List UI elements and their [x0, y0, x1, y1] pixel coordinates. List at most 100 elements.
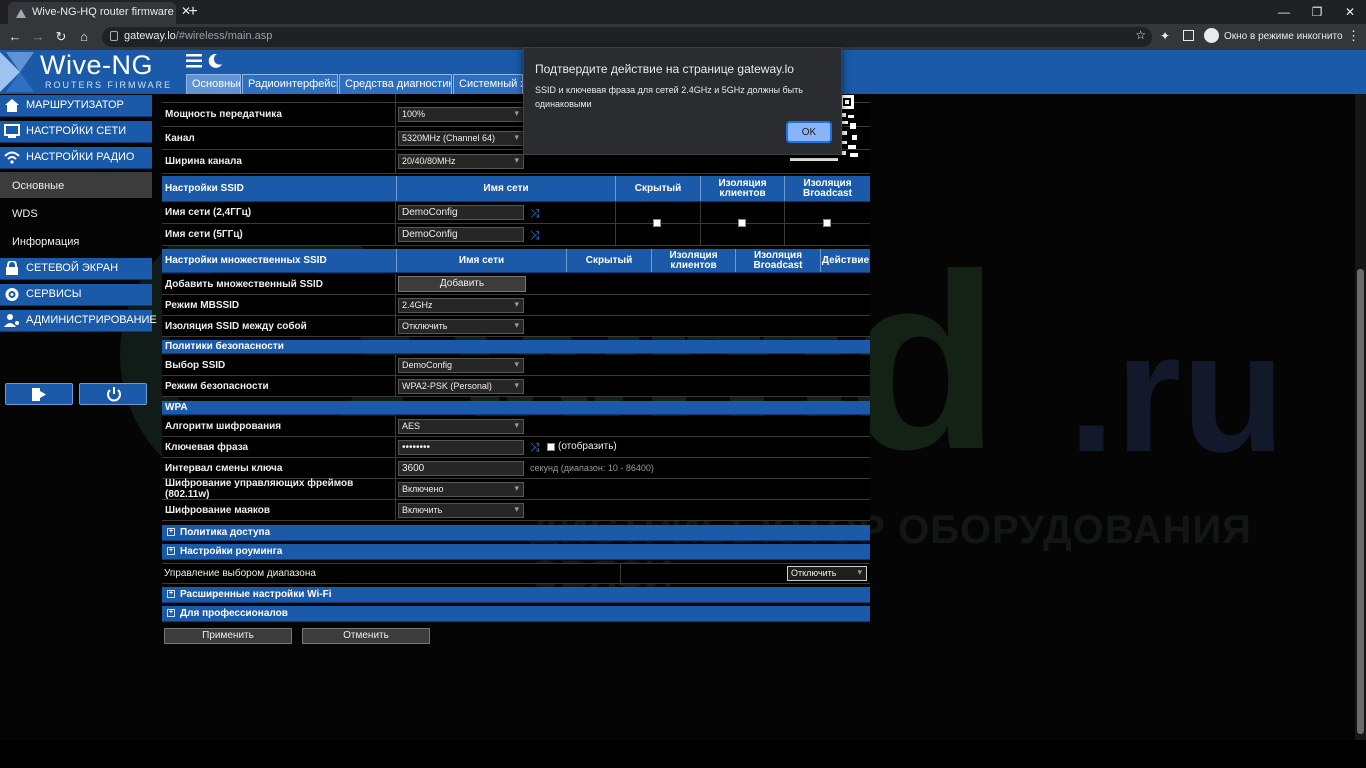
bookmark-star-icon[interactable]: ☆ [1135, 28, 1146, 42]
client-isolation-checkbox[interactable] [738, 219, 746, 227]
ssid-isolation-select[interactable]: Отключить [398, 319, 524, 334]
section-access-policy[interactable]: + Политика доступа [162, 525, 870, 541]
mbssid-mode-select[interactable]: 2.4GHz [398, 298, 524, 313]
key-interval-hint: секунд (диапазон: 10 - 86400) [530, 463, 654, 473]
ssid-col-hidden: Скрытый [615, 176, 700, 201]
address-bar[interactable]: gateway.lo/#wireless/main.asp ☆ [102, 27, 1152, 47]
section-advanced-wifi[interactable]: + Расширенные настройки Wi-Fi [162, 587, 870, 603]
section-roaming[interactable]: + Настройки роуминга [162, 544, 870, 560]
ssid-5-label: Имя сети (5ГГц) [162, 224, 396, 245]
page-scrollbar[interactable] [1355, 94, 1366, 740]
add-mbssid-button[interactable]: Добавить [398, 276, 526, 292]
pmf-label: Шифрование управляющих фреймов (802.11w) [162, 478, 396, 500]
key-interval-input[interactable]: 3600 [398, 461, 524, 476]
row-encryption: Алгоритм шифрования AES [162, 416, 870, 437]
browser-menu-icon[interactable]: ⋮ [1347, 28, 1360, 44]
dialog-message: SSID и ключевая фраза для сетей 2.4GHz и… [535, 85, 803, 109]
pmf-select[interactable]: Включено [398, 482, 524, 497]
row-band-steering: Управление выбором диапазона Отключить [162, 563, 870, 585]
show-password-label: (отобразить) [558, 441, 617, 452]
ssid-5-input[interactable]: DemoConfig [398, 227, 524, 242]
channel-width-select[interactable]: 20/40/80MHz [398, 154, 524, 169]
hamburger-menu-icon[interactable] [186, 54, 202, 68]
maximize-button[interactable]: ❐ [1305, 3, 1329, 21]
browser-tab[interactable]: Wive-NG-HQ router firmware - I [8, 2, 176, 24]
show-password-checkbox[interactable] [547, 443, 555, 451]
incognito-icon[interactable] [1204, 28, 1219, 43]
new-tab-button[interactable]: + [184, 3, 202, 21]
row-key-interval: Интервал смены ключа 3600 секунд (диапаз… [162, 458, 870, 479]
expand-icon: + [167, 528, 175, 536]
row-ssid-select: Выбор SSID DemoConfig [162, 355, 870, 376]
ssid-isolation-label: Изоляция SSID между собой [162, 316, 396, 336]
ssid-header: Настройки SSID Имя сети Скрытый Изоляция… [162, 176, 870, 202]
sidebar-sub-basic[interactable]: Основные [0, 172, 152, 198]
tab-diagnostics[interactable]: Средства диагностики [339, 74, 452, 94]
hidden-checkbox[interactable] [653, 219, 661, 227]
extensions-icon[interactable]: ✦ [1160, 29, 1170, 43]
forward-icon[interactable]: → [29, 28, 47, 46]
shuffle-icon[interactable]: ⤨ [530, 207, 542, 219]
passphrase-input[interactable]: •••••••• [398, 440, 524, 455]
mbssid-header: Настройки множественных SSID Имя сети Ск… [162, 249, 870, 273]
ssid-col-isolation: Изоляция клиентов [700, 176, 784, 201]
ssid-header-label: Настройки SSID [165, 183, 244, 194]
home-button-icon[interactable]: ⌂ [75, 28, 93, 46]
row-passphrase: Ключевая фраза •••••••• ⤨ (отобразить) [162, 437, 870, 458]
incognito-label: Окно в режиме инкогнито [1224, 31, 1343, 42]
home-icon [5, 99, 19, 112]
url-text: gateway.lo/#wireless/main.asp [124, 30, 273, 42]
tx-power-select[interactable]: 100% [398, 107, 524, 122]
cancel-button[interactable]: Отменить [302, 628, 430, 644]
reload-icon[interactable]: ↻ [52, 28, 70, 46]
ssid-24-label: Имя сети (2,4ГГц) [162, 202, 396, 223]
back-icon[interactable]: ← [6, 28, 24, 46]
scrollbar-thumb[interactable] [1357, 269, 1364, 734]
minimize-button[interactable]: — [1272, 3, 1296, 21]
favicon-icon [16, 8, 26, 18]
tab-system-log[interactable]: Системный жу [453, 74, 523, 94]
row-ssid-5: Имя сети (5ГГц) DemoConfig ⤨ [162, 224, 870, 246]
ssid-select[interactable]: DemoConfig [398, 358, 524, 373]
sidebar-item-admin[interactable]: АДМИНИСТРИРОВАНИЕ [0, 310, 157, 332]
sidebar-item-router[interactable]: МАРШРУТИЗАТОР [0, 95, 152, 117]
logout-button[interactable] [5, 383, 73, 405]
dark-mode-moon-icon[interactable] [207, 53, 223, 69]
logout-icon [32, 388, 46, 401]
wifi-icon [4, 151, 20, 164]
sidebar-sub-info[interactable]: Информация [0, 228, 152, 254]
row-add-mbssid: Добавить множественный SSID Добавить [162, 274, 870, 295]
security-mode-select[interactable]: WPA2-PSK (Personal) [398, 379, 524, 394]
section-pro[interactable]: + Для профессионалов [162, 606, 870, 622]
passphrase-label: Ключевая фраза [162, 437, 396, 457]
reboot-button[interactable] [79, 383, 147, 405]
broadcast-isolation-checkbox[interactable] [823, 219, 831, 227]
sidebar-sub-wds[interactable]: WDS [0, 200, 152, 226]
apply-button[interactable]: Применить [164, 628, 292, 644]
sidebar-item-services[interactable]: СЕРВИСЫ [0, 284, 152, 306]
band-steering-select[interactable]: Отключить [787, 566, 867, 581]
ssid-select-label: Выбор SSID [162, 355, 396, 375]
qr-bottom-edge [790, 158, 838, 161]
shuffle-icon[interactable]: ⤨ [530, 229, 542, 241]
band-steering-label: Управление выбором диапазона [164, 568, 316, 579]
close-window-button[interactable]: ✕ [1338, 3, 1362, 21]
ssid-24-input[interactable]: DemoConfig [398, 205, 524, 220]
encryption-select[interactable]: AES [398, 419, 524, 434]
tab-radio-interfaces[interactable]: Радиоинтерфейсы [242, 74, 338, 94]
reading-list-icon[interactable] [1183, 30, 1194, 41]
watermark-suffix: .ru [1068, 298, 1286, 488]
dialog-ok-button[interactable]: OK [786, 121, 832, 143]
shuffle-icon[interactable]: ⤨ [530, 441, 542, 453]
mbssid-header-label: Настройки множественных SSID [165, 255, 327, 266]
expand-icon: + [167, 547, 175, 555]
power-icon [107, 387, 121, 402]
channel-select[interactable]: 5320MHz (Channel 64) [398, 131, 524, 146]
mbssid-col-isolation: Изоляция клиентов [651, 249, 735, 272]
sidebar-item-radio[interactable]: НАСТРОЙКИ РАДИО [0, 147, 152, 169]
tab-basic[interactable]: Основные [186, 74, 241, 94]
confirm-dialog: Подтвердите действие на странице gateway… [523, 47, 842, 155]
sidebar-item-network[interactable]: НАСТРОЙКИ СЕТИ [0, 121, 152, 143]
sidebar-item-firewall[interactable]: СЕТЕВОЙ ЭКРАН [0, 258, 152, 280]
beacon-select[interactable]: Включить [398, 503, 524, 518]
